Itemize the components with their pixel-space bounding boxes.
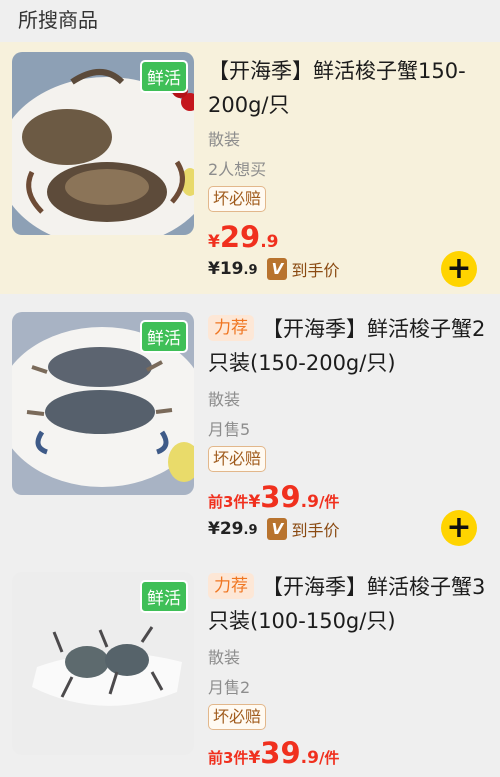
product-card[interactable]: 鲜活 力荐 【开海季】鲜活梭子蟹3只装(100-150g/只) 散装 月售2 坏必… [0, 562, 500, 777]
vip-price: ¥29.9 V 到手价 [208, 518, 340, 540]
guarantee-badge: 坏必赔 [208, 446, 267, 472]
product-image[interactable]: 鲜活 [12, 52, 194, 235]
vip-price: ¥19.9 V 到手价 [208, 258, 340, 280]
product-sales: 月售2 [208, 678, 251, 697]
fresh-badge: 鲜活 [140, 580, 188, 613]
recommend-tag: 力荐 [208, 573, 254, 599]
page-header-title: 所搜商品 [18, 8, 98, 32]
product-card[interactable]: 鲜活 【开海季】鲜活梭子蟹150-200g/只 散装 2人想买 坏必赔 ¥29.… [0, 42, 500, 294]
product-sales: 月售5 [208, 420, 251, 439]
guarantee-badge: 坏必赔 [208, 704, 267, 730]
fresh-badge: 鲜活 [140, 320, 188, 353]
guarantee-badge: 坏必赔 [208, 186, 267, 212]
product-image[interactable]: 鲜活 [12, 312, 194, 495]
product-card[interactable]: 鲜活 力荐 【开海季】鲜活梭子蟹2只装(150-200g/只) 散装 月售5 坏必… [0, 302, 500, 554]
vip-icon: V [267, 258, 288, 280]
product-spec: 散装 [208, 648, 241, 667]
add-to-cart-button[interactable]: + [441, 251, 477, 287]
fresh-badge: 鲜活 [140, 60, 188, 93]
product-price: ¥29.9 [208, 220, 279, 254]
product-spec: 散装 [208, 390, 241, 409]
product-title[interactable]: 力荐 【开海季】鲜活梭子蟹3只装(100-150g/只) [208, 570, 488, 638]
add-to-cart-button[interactable]: + [441, 510, 477, 546]
product-spec: 散装 [208, 130, 241, 149]
plus-icon: + [446, 251, 472, 286]
product-title[interactable]: 力荐 【开海季】鲜活梭子蟹2只装(150-200g/只) [208, 312, 488, 380]
plus-icon: + [446, 510, 472, 545]
product-price: 前3件¥39.9/件 [208, 480, 340, 514]
product-image[interactable]: 鲜活 [12, 572, 194, 755]
product-sales: 2人想买 [208, 160, 267, 179]
recommend-tag: 力荐 [208, 315, 254, 341]
vip-label: 到手价 [291, 521, 340, 540]
product-price: 前3件¥39.9/件 [208, 736, 340, 770]
product-title[interactable]: 【开海季】鲜活梭子蟹150-200g/只 [208, 54, 488, 122]
vip-icon: V [267, 518, 288, 540]
vip-label: 到手价 [291, 261, 340, 280]
